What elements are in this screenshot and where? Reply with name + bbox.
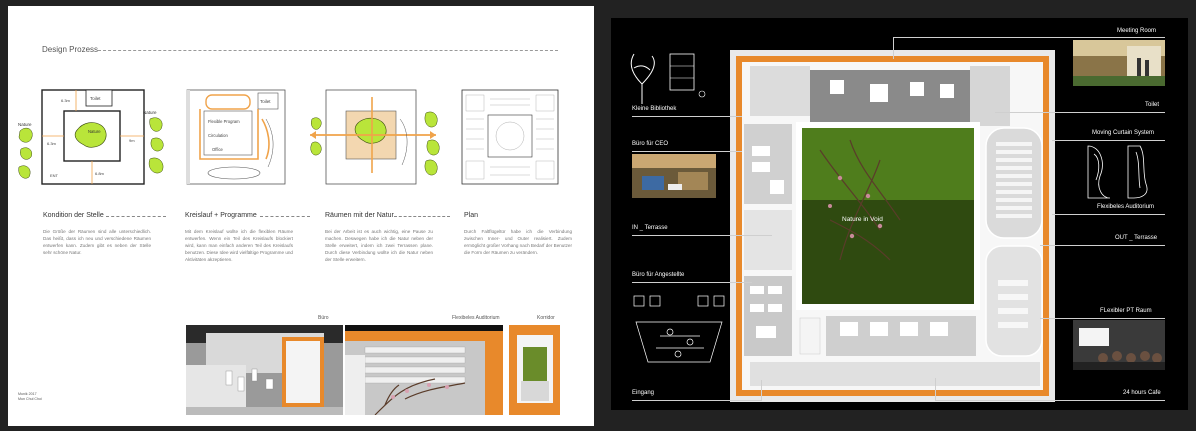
photo-label-korridor: Korridor [537, 315, 555, 321]
callout-meeting-room: Meeting Room [1117, 28, 1157, 34]
leader-eingang [632, 400, 762, 401]
condition-text-3: Bei der Arbeit ist es auch wichtig, eine… [325, 229, 433, 262]
leader-moving-curtain [1052, 140, 1165, 141]
leader-flexibeles-auditorium [1052, 214, 1165, 215]
callout-moving-curtain: Moving Curtain System [1092, 130, 1155, 136]
photo-auditorium [345, 325, 503, 415]
leader-meeting-room [893, 37, 1165, 38]
leader-toilet [995, 112, 1165, 113]
condition-text-1: Die Größe der Räumen sind alle unterschi… [43, 229, 151, 255]
nature-connection-diagram [310, 89, 440, 185]
dim-top: 6.3m [61, 98, 71, 103]
photo-korridor [509, 325, 560, 415]
condition-arrow-2 [260, 216, 310, 217]
model-top-view [730, 50, 1055, 402]
callout-flexibler-pt-raum: FLexibler PT Raum [1100, 308, 1152, 314]
condition-title-4: Plan [464, 212, 479, 219]
sketch-buero-angestellte [633, 295, 725, 363]
toilet-label-2: Toilet [260, 99, 271, 104]
leader-buero-ceo [632, 151, 742, 152]
credit-line-2: Mun Chul Choi [18, 397, 42, 401]
condition-text-2: Mit dem Kreislauf wollte ich die flexibl… [185, 229, 293, 262]
callout-in-terrasse: IN _ Terrasse [632, 225, 668, 231]
floor-plan-drawing [461, 89, 559, 185]
section-rule [98, 50, 558, 51]
photo-label-buero: Büro [318, 315, 329, 321]
dim-right: 9m [129, 138, 135, 143]
toilet-label: Toilet [90, 96, 101, 101]
callout-buero-angestellte: Büro für Angestellte [632, 272, 685, 278]
leader-kleine-bibliothek [632, 116, 742, 117]
condition-arrow-3 [394, 216, 450, 217]
photo-pt-raum [1073, 320, 1165, 370]
site-condition-diagram: Toilet 6.3m 6.3m 9m 6.8m ENT Nature Natu… [18, 89, 164, 185]
flexible-program-label: Flexible Program [208, 119, 240, 124]
circulation-diagram: Toilet Flexible Program Circulation Offi… [186, 89, 286, 185]
leader-meeting-room-vertical [893, 37, 894, 59]
nature-in-void-label: Nature in Void [842, 216, 883, 223]
photo-meeting-room [1073, 40, 1165, 86]
leader-24-hours-cafe-vertical [935, 378, 936, 400]
callout-kleine-bibliothek: Kleine Bibliothek [632, 106, 677, 112]
leader-out-terrasse [1040, 245, 1165, 246]
callout-24-hours-cafe: 24 hours Cafe [1123, 390, 1161, 396]
condition-title-1: Kondition der Stelle [43, 212, 104, 219]
nature-center-label: Nature [88, 129, 101, 134]
callout-toilet: Toilet [1145, 102, 1160, 108]
condition-title-3: Räumen mit der Natur [325, 212, 394, 219]
leader-buero-angestellte [632, 282, 752, 283]
callout-buero-ceo: Büro für CEO [632, 141, 669, 147]
sketch-bibliothek [630, 53, 706, 104]
leader-flexibler-pt-raum [1040, 318, 1165, 319]
callout-eingang: Eingang [632, 390, 655, 396]
photo-buero-ceo [632, 154, 716, 198]
nature-left-label: Nature [18, 122, 32, 127]
section-title: Design Prozess [42, 45, 99, 54]
condition-title-2: Kreislauf + Programme [185, 212, 257, 219]
sketch-curtain-system [1087, 145, 1148, 199]
dim-bottom: 6.8m [95, 171, 105, 176]
leader-eingang-vertical [761, 380, 762, 400]
callout-flexibeles-auditorium: Flexibeles Auditorium [1097, 204, 1155, 210]
nature-right-label: Nature [143, 110, 157, 115]
ent-label: ENT [50, 173, 59, 178]
circulation-label: Circulation [208, 133, 228, 138]
office-label: Office [212, 147, 224, 152]
callout-out-terrasse: OUT _ Terrasse [1115, 235, 1158, 241]
condition-arrow-1 [106, 216, 166, 217]
credit: Munik 2017 Mun Chul Choi [18, 392, 42, 402]
leader-in-terrasse [632, 235, 772, 236]
photo-buero [186, 325, 343, 415]
leader-24-hours-cafe [935, 400, 1165, 401]
condition-text-4: Durch Faltflügeltür habe ich die Verbind… [464, 229, 573, 255]
dim-left: 6.3m [47, 141, 57, 146]
photo-label-auditorium: Flexibeles Auditorium [452, 315, 500, 321]
